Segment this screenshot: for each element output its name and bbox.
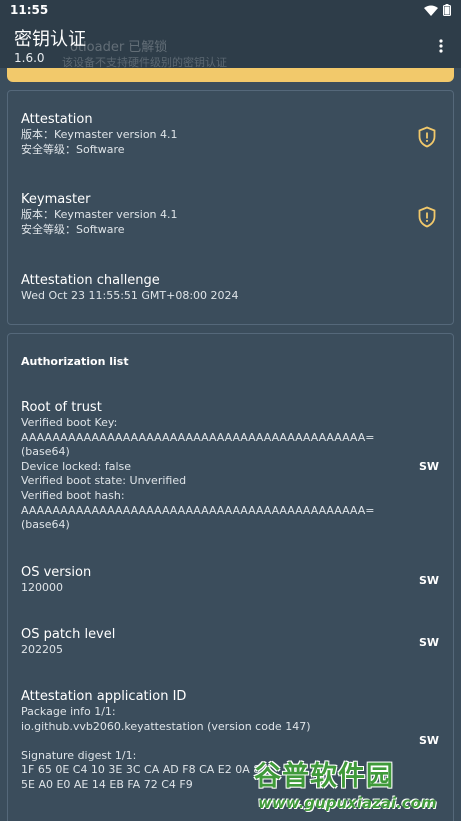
security-level-badge: SW (418, 460, 439, 473)
root-of-trust-title: Root of trust (21, 400, 102, 415)
app-id-line: Package info 1/1: (21, 705, 116, 718)
challenge-item[interactable]: Attestation challenge Wed Oct 23 11:55:5… (21, 272, 440, 304)
root-of-trust-line: Verified boot hash: (21, 488, 125, 502)
attestation-title: Attestation (21, 112, 93, 127)
root-of-trust-line: Verified boot state: Unverified (21, 474, 187, 488)
app-id-title: Attestation application ID (21, 689, 187, 704)
keymaster-title: Keymaster (21, 192, 91, 207)
root-of-trust-line: (base64) (21, 445, 70, 459)
app-version: 1.6.0 (14, 51, 45, 65)
challenge-value: Wed Oct 23 11:55:51 GMT+08:00 2024 (21, 289, 239, 302)
attestation-version: 版本：Keymaster version 4.1 (21, 128, 178, 141)
challenge-title: Attestation challenge (21, 273, 160, 288)
keymaster-version: 版本：Keymaster version 4.1 (21, 208, 178, 221)
security-level-badge: SW (418, 636, 439, 649)
os-patch-item[interactable]: OS patch level 202205 (21, 626, 440, 658)
root-of-trust-line: AAAAAAAAAAAAAAAAAAAAAAAAAAAAAAAAAAAAAAAA… (21, 430, 375, 444)
app-bar: otloader 已解锁 该设备不支持硬件级别的密钥认证 密钥认证 1.6.0 (0, 20, 461, 69)
root-of-trust-line: AAAAAAAAAAAAAAAAAAAAAAAAAAAAAAAAAAAAAAAA… (21, 503, 375, 517)
keymaster-item[interactable]: Keymaster 版本：Keymaster version 4.1 安全等级：… (21, 191, 440, 237)
os-version-title: OS version (21, 565, 92, 580)
app-id-line: io.github.vvb2060.keyattestation (versio… (21, 719, 311, 733)
attestation-card: Attestation 版本：Keymaster version 4.1 安全等… (7, 90, 454, 325)
authorization-card: Authorization list Root of trust Verifie… (7, 333, 454, 821)
keymaster-security: 安全等级：Software (21, 222, 125, 236)
watermark-brand: 谷普软件园 (254, 761, 394, 792)
security-level-badge: SW (418, 734, 439, 747)
app-title: 密钥认证 (14, 29, 86, 50)
root-of-trust-line: Device locked: false (21, 459, 132, 473)
os-patch-value: 202205 (21, 643, 63, 656)
overflow-menu-button[interactable] (429, 34, 453, 58)
battery-icon (443, 4, 451, 16)
wifi-icon (424, 5, 438, 16)
shield-warning-icon (418, 206, 436, 228)
status-icons (424, 4, 451, 16)
authorization-heading: Authorization list (21, 355, 129, 368)
shield-warning-icon (418, 126, 436, 148)
security-level-badge: SW (418, 574, 439, 587)
root-of-trust-line: Verified boot Key: (21, 416, 118, 429)
os-version-item[interactable]: OS version 120000 (21, 564, 440, 596)
more-vert-icon (439, 39, 443, 53)
root-of-trust-line: (base64) (21, 518, 70, 532)
app-id-line (21, 734, 440, 749)
os-version-value: 120000 (21, 581, 63, 594)
watermark-logo: 谷普软件园 www.gupuxiazai.com (252, 752, 461, 821)
attestation-item[interactable]: Attestation 版本：Keymaster version 4.1 安全等… (21, 111, 440, 157)
warning-banner[interactable] (7, 68, 454, 82)
watermark-url: www.gupuxiazai.com (258, 794, 437, 812)
attestation-security: 安全等级：Software (21, 142, 125, 156)
os-patch-title: OS patch level (21, 627, 116, 642)
status-time: 11:55 (10, 3, 49, 17)
root-of-trust-item[interactable]: Root of trust Verified boot Key: AAAAAAA… (21, 399, 440, 533)
status-bar: 11:55 (0, 0, 461, 20)
